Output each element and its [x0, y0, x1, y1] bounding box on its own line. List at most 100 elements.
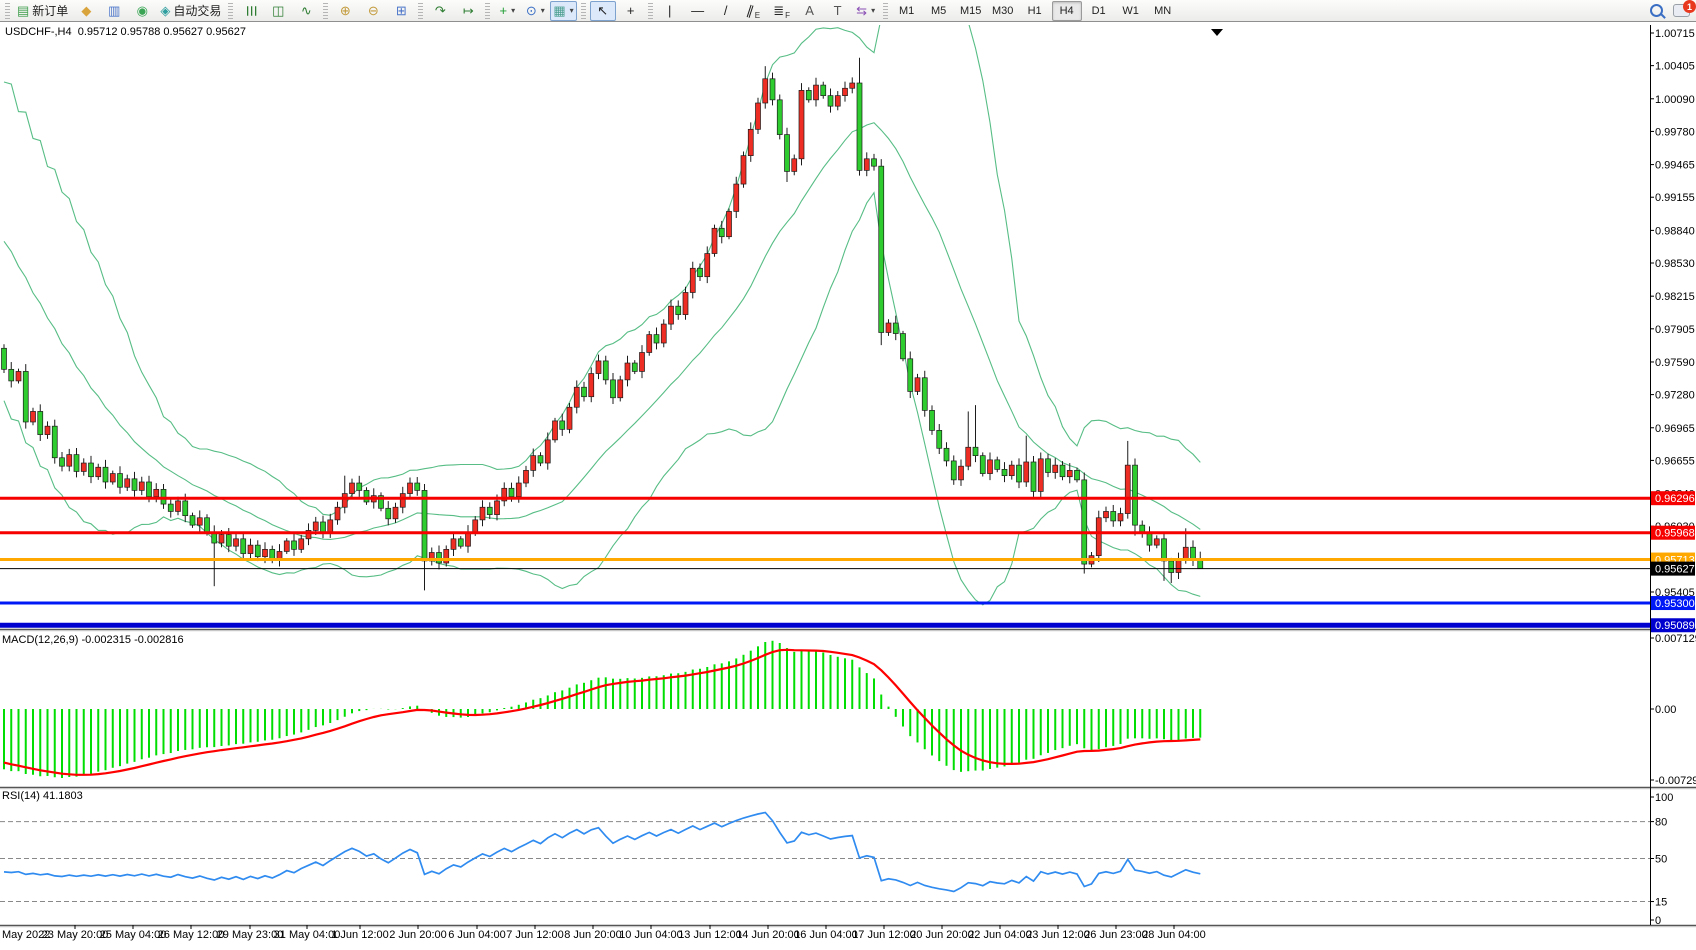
- tf-w1[interactable]: W1: [1116, 1, 1146, 21]
- trendline-button[interactable]: /: [713, 1, 739, 21]
- chevron-down-icon: ▾: [570, 6, 574, 15]
- tile-windows-icon: ⊞: [396, 4, 407, 18]
- toolbar-grip[interactable]: [323, 3, 328, 19]
- rsi-pane: [0, 813, 1650, 902]
- macd-axis-label: 0.00: [1655, 704, 1676, 716]
- chevron-down-icon: ▾: [871, 6, 875, 15]
- bar-chart-button[interactable]: ☰: [237, 1, 263, 21]
- chart-shift-icon: ↦: [463, 4, 474, 18]
- text-tool-button[interactable]: A: [797, 1, 823, 21]
- tf-h1[interactable]: H1: [1020, 1, 1050, 21]
- chevron-down-icon: ▾: [511, 6, 515, 15]
- toolbar-grip[interactable]: [5, 3, 10, 19]
- resistance-lower-price-text: 0.95968: [1655, 528, 1695, 540]
- time-tick-label: 10 Jun 04:00: [619, 929, 683, 941]
- tf-m5[interactable]: M5: [924, 1, 954, 21]
- notifications-icon[interactable]: 1: [1673, 4, 1690, 17]
- tf-h4[interactable]: H4: [1052, 1, 1082, 21]
- tf-h4-label: H4: [1060, 5, 1074, 17]
- price-axis[interactable]: 1.007151.004051.000900.997800.994650.991…: [1650, 28, 1696, 927]
- toolbar-grip[interactable]: [581, 3, 586, 19]
- fibonacci-button[interactable]: ≣F: [769, 1, 795, 21]
- templates-button[interactable]: ▦▾: [550, 1, 576, 21]
- line-chart-button[interactable]: ∿: [293, 1, 319, 21]
- time-tick-label: 13 Jun 12:00: [678, 929, 742, 941]
- price-tick-label: 0.99155: [1655, 192, 1695, 204]
- arrows-tool-button[interactable]: ⇆▾: [853, 1, 879, 21]
- candle-chart-button[interactable]: ◫: [265, 1, 291, 21]
- market-watch-button[interactable]: ▥: [101, 1, 127, 21]
- crosshair-button[interactable]: +: [618, 1, 644, 21]
- horizontal-line-icon: —: [691, 4, 704, 18]
- tf-m15[interactable]: M15: [956, 1, 986, 21]
- time-tick-label: 26 Jun 23:00: [1084, 929, 1148, 941]
- triangle-down-icon[interactable]: [1211, 29, 1223, 36]
- toolbar-grip[interactable]: [485, 3, 490, 19]
- arrows-tool-icon: ⇆: [856, 4, 867, 18]
- new-order-button[interactable]: ▤新订单: [14, 1, 71, 21]
- tf-m1-label: M1: [899, 5, 914, 17]
- tf-m30[interactable]: M30: [988, 1, 1018, 21]
- time-tick-label: 28 Jun 04:00: [1142, 929, 1206, 941]
- notification-badge: 1: [1683, 0, 1696, 13]
- auto-scroll-icon: ↷: [435, 4, 446, 18]
- toolbar-grip[interactable]: [418, 3, 423, 19]
- periods-button[interactable]: ⊙▾: [522, 1, 548, 21]
- toolbar-grip[interactable]: [648, 3, 653, 19]
- text-tool-icon: A: [805, 4, 814, 18]
- bar-chart-icon: ☰: [243, 5, 257, 17]
- auto-trading-icon: ◈: [160, 4, 170, 18]
- auto-trading-button[interactable]: ◈自动交易: [157, 1, 224, 21]
- cursor-button[interactable]: ↖: [590, 1, 616, 21]
- styler-button[interactable]: ◆: [73, 1, 99, 21]
- new-order-label: 新订单: [32, 2, 68, 19]
- price-tick-label: 0.98530: [1655, 258, 1695, 270]
- rsi-axis-label: 50: [1655, 854, 1667, 866]
- search-icon[interactable]: [1650, 4, 1663, 17]
- tf-mn[interactable]: MN: [1148, 1, 1178, 21]
- label-tool-button[interactable]: T: [825, 1, 851, 21]
- equidistant-channel-letter: E: [755, 11, 760, 20]
- support-upper-price-text: 0.95300: [1655, 598, 1695, 610]
- tf-d1[interactable]: D1: [1084, 1, 1114, 21]
- time-axis[interactable]: May 202223 May 20:0025 May 04:0026 May 1…: [2, 925, 1206, 941]
- tf-m1[interactable]: M1: [892, 1, 922, 21]
- chart-canvas[interactable]: 1.007151.004051.000900.997800.994650.991…: [0, 22, 1696, 945]
- indicators-button[interactable]: +▾: [494, 1, 520, 21]
- fibonacci-icon: ≣: [773, 4, 784, 18]
- horizontal-line-button[interactable]: —: [685, 1, 711, 21]
- price-tick-label: 0.98840: [1655, 225, 1695, 237]
- candlesticks: [2, 58, 1203, 591]
- tf-m5-label: M5: [931, 5, 946, 17]
- price-tick-label: 0.99780: [1655, 126, 1695, 138]
- equidistant-channel-button[interactable]: ∥E: [741, 1, 767, 21]
- chart-shift-button[interactable]: ↦: [455, 1, 481, 21]
- price-tick-label: 0.99465: [1655, 160, 1695, 172]
- time-tick-label: 16 Jun 04:00: [794, 929, 858, 941]
- price-tick-label: 1.00405: [1655, 61, 1695, 73]
- new-order-icon: ▤: [17, 4, 29, 18]
- toolbar-grip[interactable]: [883, 3, 888, 19]
- zoom-out-button[interactable]: ⊖: [360, 1, 386, 21]
- zoom-in-icon: ⊕: [340, 4, 351, 18]
- community-icon: ◉: [137, 4, 148, 18]
- periods-icon: ⊙: [526, 4, 537, 18]
- auto-scroll-button[interactable]: ↷: [427, 1, 453, 21]
- chevron-down-icon: ▾: [541, 6, 545, 15]
- zoom-in-button[interactable]: ⊕: [332, 1, 358, 21]
- tf-mn-label: MN: [1154, 5, 1171, 17]
- macd-pane: [4, 641, 1200, 778]
- macd-axis-label: -0.00729: [1655, 775, 1696, 787]
- tf-m30-label: M30: [992, 5, 1013, 17]
- auto-trading-label: 自动交易: [173, 2, 221, 19]
- macd-axis-label: 0.007129: [1655, 633, 1696, 645]
- vertical-line-button[interactable]: |: [657, 1, 683, 21]
- toolbar-grip[interactable]: [228, 3, 233, 19]
- rsi-axis-label: 0: [1655, 915, 1661, 927]
- trendline-icon: /: [724, 4, 728, 18]
- time-tick-label: 7 Jun 12:00: [506, 929, 564, 941]
- time-tick-label: 22 Jun 04:00: [968, 929, 1032, 941]
- community-button[interactable]: ◉: [129, 1, 155, 21]
- time-tick-label: 26 May 12:00: [158, 929, 225, 941]
- tile-windows-button[interactable]: ⊞: [388, 1, 414, 21]
